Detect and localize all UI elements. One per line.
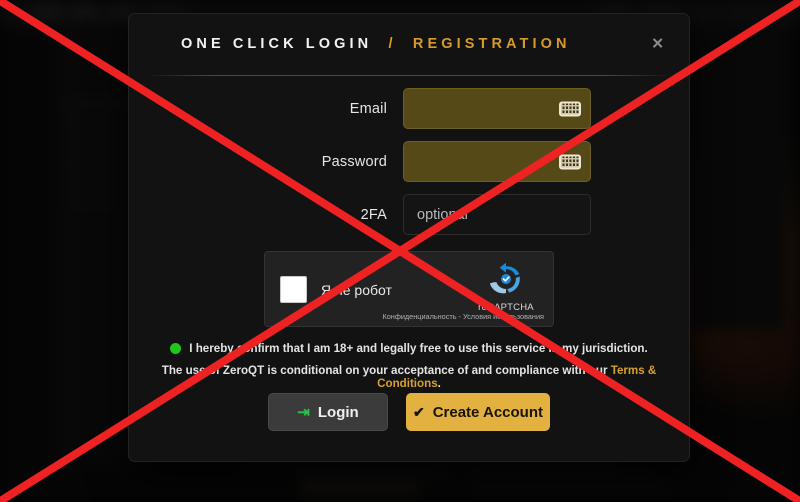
recaptcha-label: Я не робот — [321, 282, 392, 298]
recaptcha-widget[interactable]: Я не робот reCAPTCHA Конфиденциальность … — [264, 251, 554, 327]
email-field-wrapper[interactable] — [403, 88, 591, 129]
recaptcha-widget-wrapper: Я не робот reCAPTCHA Конфиденциальность … — [264, 251, 554, 327]
age-confirm-row: I hereby confirm that I am 18+ and legal… — [129, 342, 689, 355]
age-confirm-text: I hereby confirm that I am 18+ and legal… — [189, 342, 648, 355]
password-label: Password — [321, 153, 387, 170]
modal-title-registration: REGISTRATION — [412, 36, 571, 52]
login-form: Email Password 2FA — [129, 88, 689, 247]
create-account-button-label: Create Account — [432, 403, 544, 421]
login-button-label: Login — [317, 403, 359, 421]
twofa-input[interactable] — [404, 195, 590, 234]
close-icon[interactable]: ✕ — [651, 37, 664, 52]
modal-header: ONE CLICK LOGIN / REGISTRATION ✕ — [129, 14, 689, 75]
keyboard-icon[interactable] — [559, 154, 581, 169]
modal-actions: ⇥ Login ✔ Create Account — [129, 393, 689, 431]
modal-title-login: ONE CLICK LOGIN — [181, 36, 373, 52]
create-account-button[interactable]: ✔ Create Account — [406, 393, 550, 431]
consent-block: I hereby confirm that I am 18+ and legal… — [129, 342, 689, 390]
email-label: Email — [349, 100, 387, 117]
terms-notice-row: The use of ZeroQT is conditional on your… — [129, 364, 689, 390]
check-circle-icon[interactable] — [170, 343, 182, 354]
screenshot-root: ONE CLICK LOGIN / REGISTRATION ✕ Email P… — [0, 0, 800, 502]
modal-title-separator: / — [388, 36, 397, 52]
keyboard-icon[interactable] — [559, 101, 581, 116]
password-field-wrapper[interactable] — [403, 141, 591, 182]
terms-notice-period: . — [437, 377, 441, 390]
login-registration-modal: ONE CLICK LOGIN / REGISTRATION ✕ Email P… — [128, 13, 690, 462]
recaptcha-checkbox[interactable] — [280, 276, 307, 303]
twofa-field-wrapper[interactable] — [403, 194, 591, 235]
recaptcha-icon — [489, 262, 520, 294]
form-row-2fa: 2FA — [129, 194, 689, 235]
twofa-label: 2FA — [360, 206, 387, 223]
terms-notice-text: The use of ZeroQT is conditional on your… — [161, 364, 611, 377]
header-divider — [151, 75, 667, 76]
recaptcha-terms-text[interactable]: Конфиденциальность - Условия использован… — [383, 312, 545, 321]
form-row-password: Password — [129, 141, 689, 182]
form-row-email: Email — [129, 88, 689, 129]
sign-in-arrow-icon: ⇥ — [297, 404, 310, 421]
login-button[interactable]: ⇥ Login — [268, 393, 388, 431]
recaptcha-branding: reCAPTCHA — [467, 262, 545, 313]
modal-title: ONE CLICK LOGIN / REGISTRATION — [181, 36, 571, 52]
checkmark-icon: ✔ — [412, 403, 425, 420]
